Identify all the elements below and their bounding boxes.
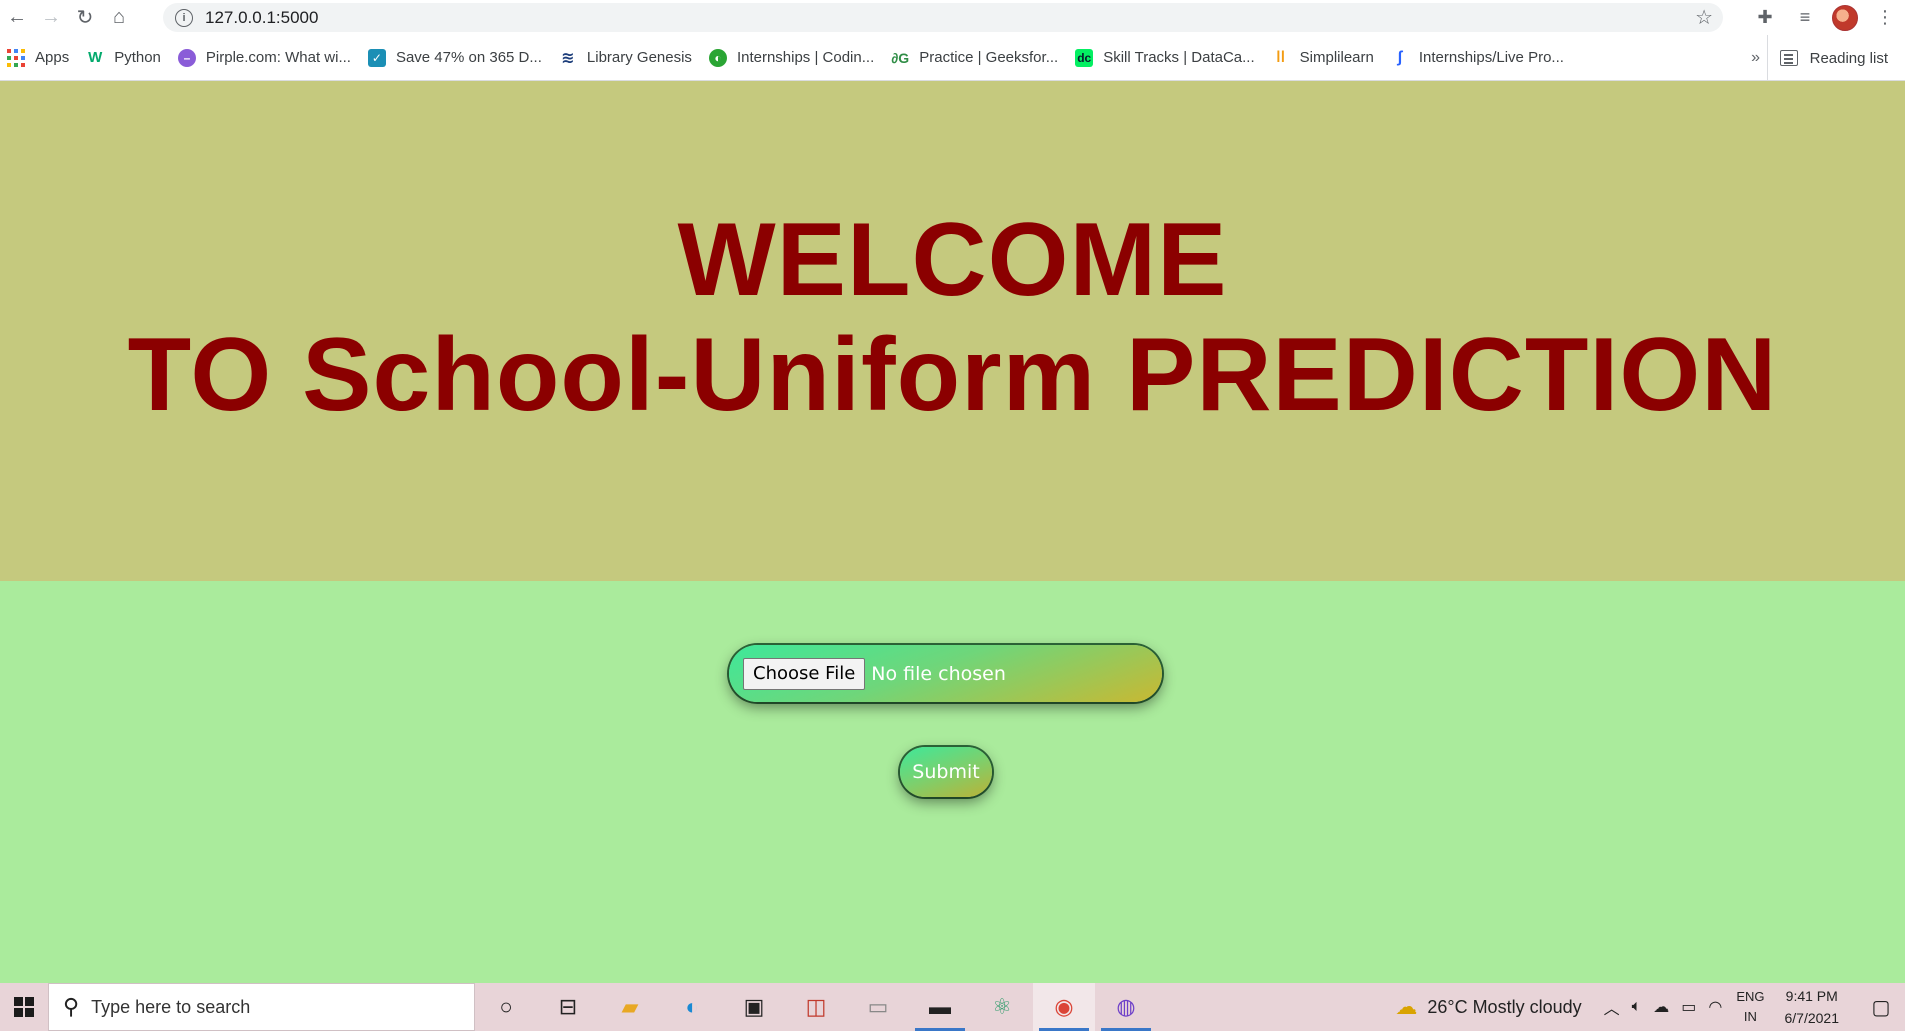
- bookmark-label: Pirple.com: What wi...: [205, 49, 351, 66]
- bookmark-label: Skill Tracks | DataCa...: [1103, 49, 1255, 66]
- submit-button[interactable]: Submit: [900, 747, 992, 797]
- hero-banner: WELCOME TO School-Uniform PREDICTION: [0, 81, 1905, 581]
- clock-time: 9:41 PM: [1785, 988, 1838, 1004]
- terminal-icon[interactable]: ▬: [909, 983, 971, 1031]
- datacamp-save-icon: ✓: [367, 48, 386, 67]
- show-hidden-icons-chevron-icon[interactable]: ︿: [1604, 995, 1620, 1019]
- reading-list-button[interactable]: Reading list: [1766, 35, 1905, 81]
- bookmark-label: Save 47% on 365 D...: [395, 49, 542, 66]
- drive-icon[interactable]: ▭: [847, 983, 909, 1031]
- bookmark-save-365[interactable]: ✓ Save 47% on 365 D...: [361, 35, 552, 81]
- media-controls-icon[interactable]: ≡: [1785, 1, 1825, 35]
- site-info-icon[interactable]: i: [175, 8, 193, 27]
- file-input[interactable]: Choose File No file chosen: [729, 645, 1162, 702]
- taskbar-search-input[interactable]: ⚲ Type here to search: [48, 983, 475, 1031]
- edge-icon[interactable]: ◐: [661, 983, 723, 1031]
- browser-actions: ✚ ≡ ⋮: [1745, 0, 1905, 35]
- pirple-icon: –: [177, 48, 196, 67]
- windows-taskbar: ⚲ Type here to search ○ ⊟ ▰ ◐ ▣ ◫ ▭ ▬ ⚛ …: [0, 983, 1905, 1031]
- github-desktop-icon[interactable]: ◍: [1095, 983, 1157, 1031]
- weather-widget[interactable]: ☁ 26°C Mostly cloudy: [1395, 994, 1581, 1020]
- url-text[interactable]: 127.0.0.1:5000: [205, 8, 318, 28]
- browser-toolbar: ← → ↻ ⌂ i 127.0.0.1:5000 ☆ ✚ ≡ ⋮: [0, 0, 1905, 35]
- bookmark-label: Practice | Geeksfor...: [919, 49, 1059, 66]
- bookmark-label: Simplilearn: [1299, 49, 1374, 66]
- lang-line1: ENG: [1736, 989, 1765, 1004]
- more-bookmarks-chevron-icon[interactable]: »: [1751, 35, 1760, 81]
- volume-icon[interactable]: 🔈︎: [1632, 998, 1642, 1016]
- partly-cloudy-icon: ☁: [1395, 994, 1418, 1019]
- reload-icon[interactable]: ↻: [68, 1, 102, 35]
- bookmark-python[interactable]: W Python: [79, 35, 171, 81]
- internships-live-icon: ʃ: [1397, 48, 1403, 66]
- reading-list-icon: [1779, 50, 1798, 66]
- simplilearn-icon: ǀǀ: [1276, 48, 1286, 66]
- back-arrow-icon[interactable]: ←: [0, 1, 34, 35]
- hero-title-line2: TO School-Uniform PREDICTION: [127, 317, 1778, 433]
- bookmark-geeksforgeeks[interactable]: ∂G Practice | Geeksfor...: [884, 35, 1068, 81]
- address-bar[interactable]: i 127.0.0.1:5000 ☆: [163, 3, 1723, 32]
- bookmark-skill-tracks[interactable]: dc Skill Tracks | DataCa...: [1068, 35, 1264, 81]
- cortana-icon[interactable]: ○: [475, 983, 537, 1031]
- clock[interactable]: 9:41 PM 6/7/2021: [1785, 985, 1840, 1029]
- bookmark-apps[interactable]: Apps: [0, 35, 79, 81]
- chrome-icon[interactable]: ◉: [1033, 983, 1095, 1031]
- forward-arrow-icon[interactable]: →: [34, 1, 68, 35]
- input-language[interactable]: ENG IN: [1736, 987, 1764, 1027]
- search-placeholder: Type here to search: [91, 996, 251, 1017]
- search-icon: ⚲: [63, 994, 80, 1019]
- file-explorer-icon[interactable]: ▰: [599, 983, 661, 1031]
- bookmark-label: Internships | Codin...: [736, 49, 875, 66]
- menu-kebab-icon[interactable]: ⋮: [1865, 1, 1905, 35]
- bookmarks-bar: Apps W Python – Pirple.com: What wi... ✓…: [0, 35, 1905, 81]
- bookmark-internships-live[interactable]: ʃ Internships/Live Pro...: [1384, 35, 1574, 81]
- bookmark-label: Apps: [35, 49, 70, 66]
- bookmark-label: Internships/Live Pro...: [1418, 49, 1564, 66]
- bookmark-label: Library Genesis: [586, 49, 692, 66]
- atom-icon[interactable]: ⚛: [971, 983, 1033, 1031]
- datacamp-icon: dc: [1075, 48, 1094, 67]
- wifi-icon[interactable]: ◠: [1708, 997, 1722, 1017]
- task-view-icon[interactable]: ⊟: [537, 983, 599, 1031]
- avatar[interactable]: [1832, 4, 1858, 31]
- bookmark-library-genesis[interactable]: ≋ Library Genesis: [552, 35, 702, 81]
- reading-list-label: Reading list: [1809, 49, 1888, 67]
- microsoft-store-icon[interactable]: ▣: [723, 983, 785, 1031]
- bookmark-simplilearn[interactable]: ǀǀ Simplilearn: [1265, 35, 1384, 81]
- file-status-text: No file chosen: [871, 662, 1006, 685]
- choose-file-button[interactable]: Choose File: [743, 657, 866, 690]
- start-button[interactable]: [0, 983, 48, 1031]
- upload-form: Choose File No file chosen Submit: [0, 581, 1905, 983]
- home-icon[interactable]: ⌂: [102, 1, 136, 35]
- w3schools-icon: W: [88, 49, 103, 66]
- gift-app-icon[interactable]: ◫: [785, 983, 847, 1031]
- geeksforgeeks-icon: ∂G: [891, 49, 910, 66]
- notification-center-icon[interactable]: ▢: [1857, 983, 1905, 1031]
- bookmark-internships-coding[interactable]: ◐ Internships | Codin...: [702, 35, 884, 81]
- hero-title-line1: WELCOME: [677, 202, 1228, 318]
- battery-icon[interactable]: ▭: [1681, 997, 1696, 1017]
- bookmark-label: Python: [114, 49, 161, 66]
- bookmark-pirple[interactable]: – Pirple.com: What wi...: [171, 35, 361, 81]
- windows-logo-icon: [14, 997, 34, 1017]
- clock-date: 6/7/2021: [1784, 1010, 1840, 1026]
- profile-avatar[interactable]: [1825, 1, 1865, 35]
- onedrive-cloud-icon[interactable]: ☁︎: [1653, 997, 1669, 1017]
- library-genesis-icon: ≋: [561, 49, 575, 67]
- internships-icon: ◐: [708, 48, 727, 67]
- lang-line2: IN: [1743, 1009, 1757, 1024]
- extensions-icon[interactable]: ✚: [1745, 1, 1785, 35]
- bookmark-star-icon[interactable]: ☆: [1695, 5, 1713, 30]
- system-tray: ☁ 26°C Mostly cloudy ︿ 🔈︎ ☁︎ ▭ ◠ ENG IN …: [1395, 983, 1905, 1031]
- weather-text: 26°C Mostly cloudy: [1427, 996, 1582, 1017]
- apps-grid-icon: [7, 48, 25, 67]
